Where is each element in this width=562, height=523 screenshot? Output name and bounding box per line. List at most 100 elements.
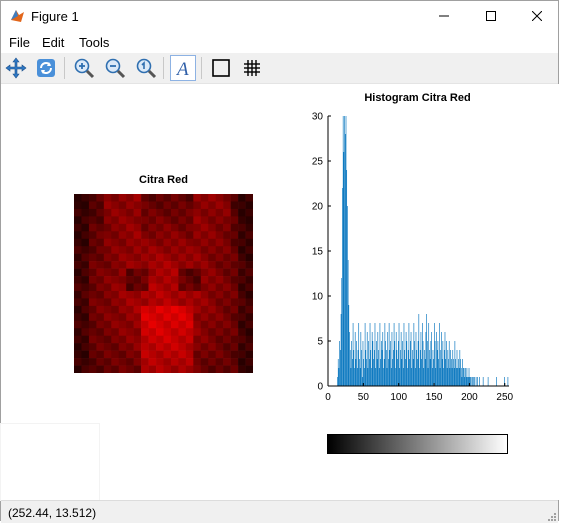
image-pixel [215, 283, 224, 292]
image-pixel [148, 246, 157, 254]
image-pixel [96, 298, 105, 307]
image-pixel [178, 290, 187, 299]
image-pixel [81, 216, 90, 225]
image-pixel [126, 208, 134, 217]
image-pixel [163, 194, 172, 202]
image-pixel [178, 320, 187, 329]
image-pixel [96, 290, 105, 299]
y-tick-label: 5 [317, 337, 323, 348]
image-pixel [111, 276, 120, 284]
histogram-bar [383, 368, 384, 386]
insert-text-button[interactable]: A [170, 55, 196, 81]
image-pixel [148, 253, 157, 262]
image-pixel [118, 216, 127, 225]
histogram-bar [439, 323, 440, 386]
histogram-bar [379, 323, 381, 386]
zoom-out-button[interactable] [102, 55, 128, 81]
image-pixel [208, 238, 217, 247]
image-pixel [185, 343, 194, 351]
histogram-bar [435, 368, 437, 386]
image-pixel [223, 313, 231, 322]
image-pixel [81, 268, 90, 277]
histogram-chart[interactable]: 0 5 10 15 20 25 30 0 50 100 150 200 250 [298, 106, 518, 406]
image-pixel [223, 238, 231, 247]
image-pixel [230, 298, 239, 307]
menu-file[interactable]: File [9, 35, 30, 50]
histogram-bar [400, 350, 401, 386]
image-pixel [193, 365, 202, 373]
histogram-bar [369, 359, 370, 386]
image-pixel [170, 238, 179, 247]
image-pixel [238, 328, 246, 337]
insert-text-icon: A [175, 59, 189, 79]
image-pixel [103, 283, 112, 292]
image-pixel [88, 335, 97, 344]
image-pixel [223, 298, 231, 307]
image-pixel [96, 335, 105, 344]
image-pixel [111, 268, 120, 277]
menu-tools[interactable]: Tools [79, 35, 109, 50]
reset-view-button[interactable] [133, 55, 159, 81]
image-pixel [215, 268, 224, 277]
histogram-bar [451, 368, 453, 386]
image-pixel [215, 246, 224, 254]
image-pixel [163, 208, 172, 217]
image-pixel [185, 365, 194, 373]
image-pixel [200, 343, 209, 351]
image-pixel [148, 261, 157, 269]
image-pixel [74, 208, 82, 217]
x-tick-label: 200 [461, 392, 478, 403]
image-pixel [170, 343, 179, 351]
image-pixel [185, 358, 194, 366]
image-pixel [200, 223, 209, 232]
grid-button[interactable] [239, 55, 265, 81]
image-pixel [230, 208, 239, 217]
title-bar[interactable]: Figure 1 [1, 1, 558, 31]
image-pixel [126, 365, 134, 373]
resize-grip-icon[interactable] [546, 511, 556, 521]
figure-canvas[interactable]: Citra Red Histogram Citra Red 0 5 10 15 20 25… [1, 84, 559, 500]
image-pixel [111, 335, 120, 344]
rotate-button[interactable] [33, 55, 59, 81]
image-pixel [193, 261, 202, 269]
maximize-button[interactable] [468, 1, 514, 31]
image-pixel [118, 238, 127, 247]
image-pixel [208, 223, 217, 232]
image-pixel [170, 216, 179, 225]
menu-edit[interactable]: Edit [42, 35, 64, 50]
image-pixel [163, 313, 172, 322]
image-pixel [126, 328, 134, 337]
box-button[interactable] [208, 55, 234, 81]
image-pixel [193, 238, 202, 247]
image-pixel [126, 298, 134, 307]
menu-bar: File Edit Tools [1, 32, 558, 52]
image-pixel [230, 261, 239, 269]
image-pixel [245, 194, 253, 202]
red-channel-image[interactable] [74, 194, 253, 373]
minimize-button[interactable] [421, 1, 467, 31]
image-pixel [245, 358, 253, 366]
close-button[interactable] [514, 1, 560, 31]
histogram-bar [450, 350, 451, 386]
histogram-bar [419, 350, 421, 386]
image-pixel [170, 246, 179, 254]
image-pixel [215, 290, 224, 299]
image-pixel [103, 246, 112, 254]
image-pixel [133, 208, 142, 217]
image-pixel [156, 208, 164, 217]
grid-icon [244, 60, 260, 76]
x-tick-label: 100 [390, 392, 407, 403]
image-pixel [200, 290, 209, 299]
histogram-bar [381, 341, 382, 386]
image-pixel [238, 208, 246, 217]
image-pixel [223, 320, 231, 329]
zoom-in-button[interactable] [71, 55, 97, 81]
image-pixel [193, 231, 202, 240]
image-pixel [103, 231, 112, 240]
pan-button[interactable] [3, 55, 29, 81]
image-pixel [185, 305, 194, 314]
image-pixel [193, 305, 202, 314]
histogram-bar [380, 359, 381, 386]
image-pixel [238, 246, 246, 254]
histogram-bar [401, 359, 403, 386]
